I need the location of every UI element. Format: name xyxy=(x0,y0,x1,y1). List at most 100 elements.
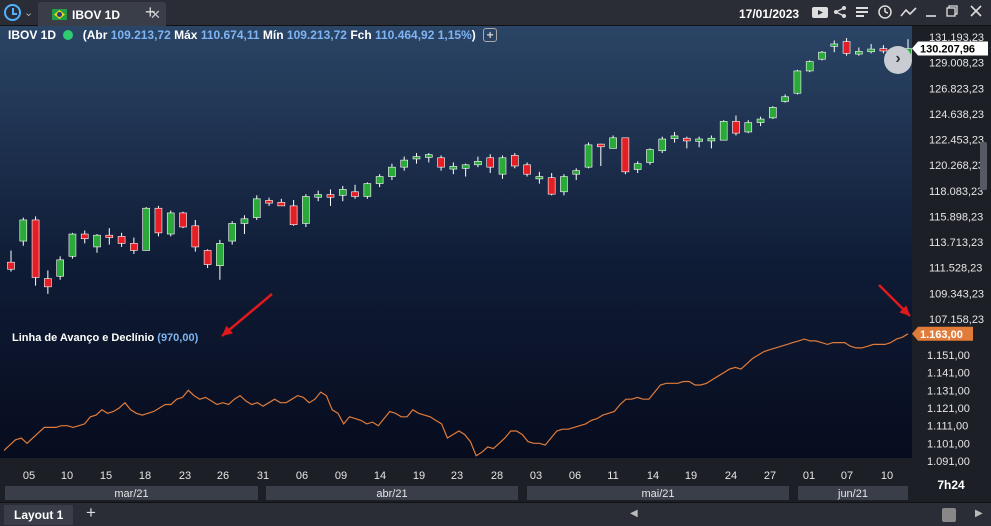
close-window-icon[interactable] xyxy=(970,5,982,17)
candle-down xyxy=(191,225,200,248)
plot-background xyxy=(0,26,912,458)
bottom-bar: Layout 1 + ◀ ▶ xyxy=(0,502,991,526)
indicator-value: (970,00) xyxy=(157,332,199,344)
candle-up xyxy=(166,212,175,235)
month-label: mar/21 xyxy=(114,488,148,500)
date-display: 17/01/2023 xyxy=(739,7,800,21)
price-tick-label: 118.083,23 xyxy=(929,186,983,198)
candle-down xyxy=(154,207,163,234)
candle-up xyxy=(449,166,458,170)
candle-up xyxy=(461,164,470,169)
day-tick-label: 06 xyxy=(569,470,581,482)
clock-icon[interactable] xyxy=(4,4,21,21)
candle-down xyxy=(7,261,15,270)
indicator-label: Linha de Avanço e Declínio (970,00) xyxy=(12,332,198,344)
candle-down xyxy=(842,41,851,54)
layout-tab[interactable]: Layout 1 xyxy=(4,505,74,525)
candle-down xyxy=(351,191,359,197)
candle-up xyxy=(424,154,433,158)
candle-up xyxy=(793,70,802,94)
candle-down xyxy=(510,155,519,167)
candle-up xyxy=(338,189,347,196)
day-tick-label: 14 xyxy=(374,470,386,482)
trend-icon[interactable] xyxy=(900,6,918,18)
indicator-tick-label: 1.101,00 xyxy=(927,438,970,450)
candle-up xyxy=(707,137,716,142)
day-tick-label: 28 xyxy=(491,470,503,482)
candle-down xyxy=(265,200,273,204)
candle-up xyxy=(818,51,826,60)
share-icon[interactable] xyxy=(833,5,847,19)
scrollbar-thumb[interactable] xyxy=(942,508,956,522)
add-layout-button[interactable]: + xyxy=(86,503,96,523)
clock-settings-icon[interactable] xyxy=(878,5,894,19)
day-tick-label: 31 xyxy=(257,470,269,482)
candle-up xyxy=(375,176,384,184)
candle-up xyxy=(535,176,544,180)
indicator-tick-label: 1.121,00 xyxy=(927,403,970,415)
month-label: mai/21 xyxy=(641,488,674,500)
candle-up xyxy=(216,243,224,267)
close-paren: ) xyxy=(471,28,476,42)
candle-up xyxy=(584,144,593,168)
new-tab-button[interactable]: + xyxy=(145,2,156,23)
close-label: Fch xyxy=(350,28,372,42)
candle-down xyxy=(44,278,52,288)
candle-up xyxy=(695,138,703,142)
high-label: Máx xyxy=(174,28,198,42)
symbol-label: IBOV 1D xyxy=(8,28,57,42)
candle-up xyxy=(498,157,507,175)
candle-up xyxy=(560,176,568,193)
candle-up xyxy=(719,121,728,141)
scroll-left-icon[interactable]: ◀ xyxy=(630,508,638,519)
price-chart[interactable]: 131.193,23129.008,23126.823,23124.638,23… xyxy=(0,26,991,502)
day-tick-label: 23 xyxy=(451,470,463,482)
indicator-tick-label: 1.111,00 xyxy=(927,421,968,433)
month-label: abr/21 xyxy=(376,488,407,500)
day-tick-label: 07 xyxy=(841,470,853,482)
candle-down xyxy=(80,233,89,240)
scroll-right-icon[interactable]: ▶ xyxy=(975,508,983,519)
layers-icon[interactable] xyxy=(855,5,869,19)
candle-up xyxy=(240,218,249,224)
candle-up xyxy=(412,156,421,160)
candle-down xyxy=(437,157,445,168)
panel-resize-handle[interactable] xyxy=(980,142,987,190)
day-tick-label: 26 xyxy=(217,470,229,482)
chevron-down-icon[interactable]: ⌄ xyxy=(24,6,33,19)
day-tick-label: 09 xyxy=(335,470,347,482)
candle-down xyxy=(179,212,187,228)
minimize-icon[interactable] xyxy=(925,6,937,18)
candle-down xyxy=(486,157,495,168)
current-price-label: 130.207,96 xyxy=(920,44,975,56)
candle-up xyxy=(781,96,789,102)
candle-up xyxy=(302,196,310,224)
day-tick-label: 27 xyxy=(764,470,776,482)
price-tick-label: 120.268,23 xyxy=(929,160,984,172)
current-indicator-label: 1.163,00 xyxy=(920,329,963,341)
price-tick-label: 124.638,23 xyxy=(929,109,984,121)
chart-area[interactable]: 131.193,23 129.008,23 126.823,23 124.638,23… xyxy=(0,26,991,502)
candle-down xyxy=(597,143,605,148)
candle-up xyxy=(56,259,64,277)
low-label: Mín xyxy=(262,28,284,42)
restore-icon[interactable] xyxy=(946,5,958,17)
candle-up xyxy=(142,207,150,251)
scroll-right-button[interactable]: › xyxy=(884,46,912,74)
candle-down xyxy=(732,121,740,134)
price-tick-label: 129.008,23 xyxy=(929,58,984,70)
day-tick-label: 18 xyxy=(139,470,151,482)
top-bar: ⌄ IBOV 1D ✕ + 17/01/2023 xyxy=(0,0,991,26)
video-icon[interactable] xyxy=(812,6,828,19)
month-label: jun/21 xyxy=(837,488,868,500)
candle-up xyxy=(830,43,839,47)
day-tick-label: 15 xyxy=(100,470,112,482)
candle-up xyxy=(670,135,679,139)
add-indicator-button[interactable]: + xyxy=(483,28,498,42)
candle-down xyxy=(203,250,212,265)
brazil-flag-icon xyxy=(52,9,67,20)
live-status-icon xyxy=(63,30,74,40)
high-value: 110.674,11 xyxy=(200,28,260,42)
day-tick-label: 24 xyxy=(725,470,737,482)
candle-up xyxy=(769,107,777,119)
